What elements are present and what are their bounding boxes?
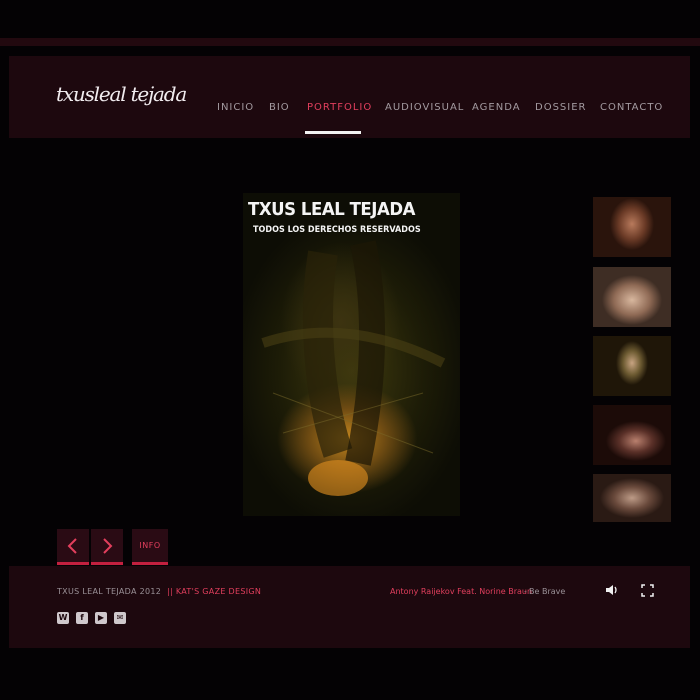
gallery-thumbnail[interactable] bbox=[593, 267, 671, 327]
next-button[interactable] bbox=[91, 529, 123, 565]
previous-button[interactable] bbox=[57, 529, 89, 565]
active-nav-underline bbox=[305, 131, 361, 134]
nav-bio[interactable]: BIO bbox=[269, 102, 290, 113]
nav-portfolio[interactable]: PORTFOLIO bbox=[307, 102, 372, 113]
now-playing-title: Be Brave bbox=[529, 587, 566, 596]
copyright-text: TXUS LEAL TEJADA 2012 bbox=[57, 587, 162, 596]
info-label: INFO bbox=[139, 541, 161, 550]
gallery-thumbnail[interactable] bbox=[593, 197, 671, 257]
site-header: txusleal tejada INICIO BIO PORTFOLIO AUD… bbox=[9, 56, 690, 138]
nav-agenda[interactable]: AGENDA bbox=[472, 102, 521, 113]
facebook-icon[interactable]: f bbox=[76, 612, 88, 624]
site-footer: TXUS LEAL TEJADA 2012 || KAT'S GAZE DESI… bbox=[9, 566, 690, 648]
volume-icon[interactable] bbox=[605, 583, 619, 597]
now-playing-artist[interactable]: Antony Raijekov Feat. Norine Braun bbox=[390, 587, 532, 596]
fullscreen-icon[interactable] bbox=[641, 584, 654, 597]
gallery-thumbnail[interactable] bbox=[593, 405, 671, 465]
top-strip bbox=[0, 38, 700, 46]
youtube-icon[interactable]: ▶ bbox=[95, 612, 107, 624]
design-credit-link[interactable]: || KAT'S GAZE DESIGN bbox=[167, 587, 261, 596]
nav-dossier[interactable]: DOSSIER bbox=[535, 102, 586, 113]
info-button[interactable]: INFO bbox=[132, 529, 168, 565]
image-subtitle: TODOS LOS DERECHOS RESERVADOS bbox=[253, 225, 421, 235]
nav-contacto[interactable]: CONTACTO bbox=[600, 102, 663, 113]
nav-inicio[interactable]: INICIO bbox=[217, 102, 254, 113]
nav-audiovisual[interactable]: AUDIOVISUAL bbox=[385, 102, 464, 113]
gallery-thumbnail[interactable] bbox=[593, 336, 671, 396]
wordpress-icon[interactable]: W bbox=[57, 612, 69, 624]
image-artwork bbox=[261, 240, 446, 496]
image-title: TXUS LEAL TEJADA bbox=[248, 199, 415, 220]
site-logo[interactable]: txusleal tejada bbox=[56, 82, 187, 106]
chevron-left-icon bbox=[67, 538, 77, 554]
now-playing-separator: - bbox=[524, 587, 527, 596]
email-icon[interactable]: ✉ bbox=[114, 612, 126, 624]
main-gallery-image[interactable]: TXUS LEAL TEJADA TODOS LOS DERECHOS RESE… bbox=[243, 193, 460, 516]
chevron-right-icon bbox=[103, 538, 113, 554]
gallery-thumbnail[interactable] bbox=[593, 474, 671, 522]
